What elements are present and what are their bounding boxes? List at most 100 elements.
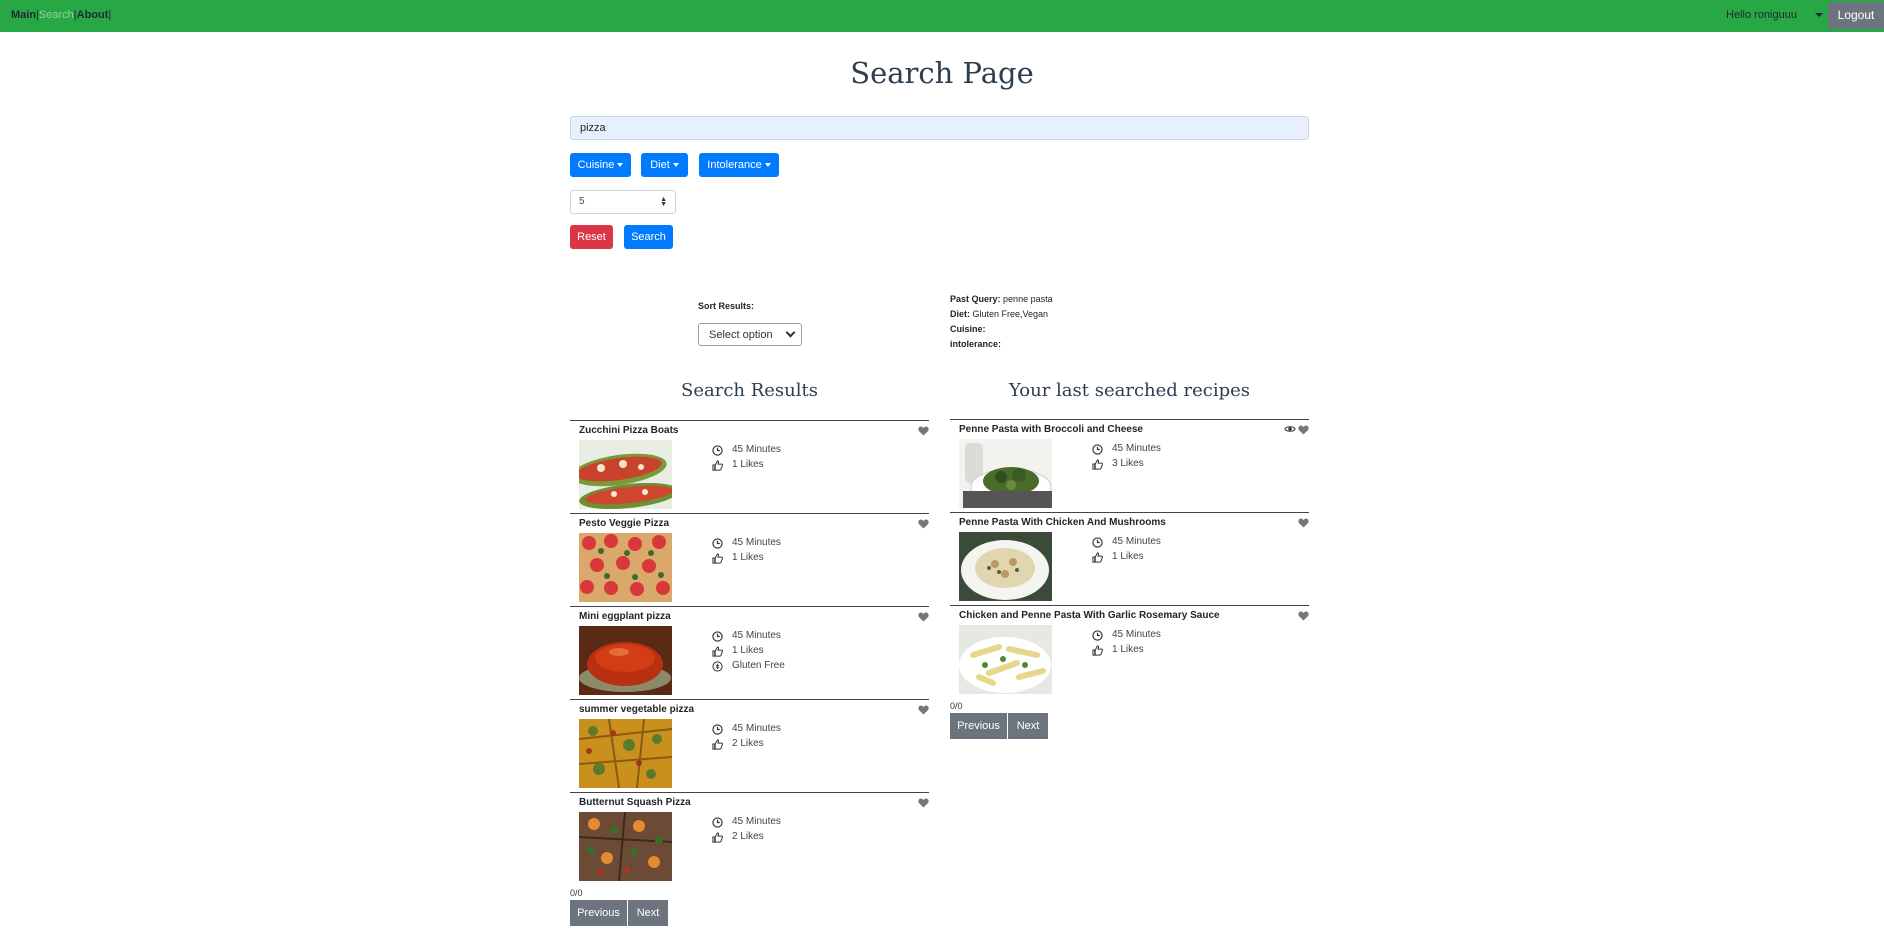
recipe-title[interactable]: summer vegetable pizza — [579, 704, 694, 715]
recipe-title[interactable]: Penne Pasta with Broccoli and Cheese — [959, 424, 1143, 435]
recipe-title[interactable]: Pesto Veggie Pizza — [579, 518, 669, 529]
recipe-title[interactable]: Chicken and Penne Pasta With Garlic Rose… — [959, 610, 1220, 621]
heart-icon[interactable] — [918, 798, 929, 808]
clock-icon — [712, 817, 723, 828]
recipe-likes-value: 1 Likes — [732, 459, 764, 470]
past-cuisine-label: Cuisine: — [950, 324, 986, 334]
recipe-time-value: 45 Minutes — [732, 444, 781, 455]
recipe-likes-value: 1 Likes — [732, 552, 764, 563]
past-query-value: penne pasta — [1003, 294, 1053, 304]
past-diet-label: Diet: — [950, 309, 970, 319]
clock-icon — [712, 445, 723, 456]
thumbs-up-icon — [1092, 459, 1103, 470]
recipe-likes-value: 2 Likes — [732, 831, 764, 842]
past-query-panel: Past Query: penne pasta Diet: Gluten Fre… — [950, 292, 1053, 352]
thumbs-up-icon — [1092, 645, 1103, 656]
recipe-title[interactable]: Butternut Squash Pizza — [579, 797, 691, 808]
chevron-down-icon — [764, 163, 771, 168]
recipe-likes-value: 1 Likes — [1112, 551, 1144, 562]
recipe-likes-value: 1 Likes — [1112, 644, 1144, 655]
sort-select-value: Select option — [709, 329, 773, 341]
vegetable-pizza-image[interactable] — [579, 719, 672, 788]
clock-icon — [712, 631, 723, 642]
clock-icon — [1092, 537, 1103, 548]
nav-link-search[interactable]: Search — [39, 9, 74, 21]
last-searched-next-button[interactable]: Next — [1008, 713, 1048, 739]
heart-icon[interactable] — [1298, 518, 1309, 528]
gluten-free-icon — [712, 661, 723, 672]
heart-icon[interactable] — [918, 705, 929, 715]
heart-icon[interactable] — [1298, 611, 1309, 621]
recipe-diet-value: Gluten Free — [732, 660, 785, 671]
logout-button[interactable]: Logout — [1828, 2, 1884, 29]
recipe-card[interactable]: Butternut Squash Pizza 45 Minutes 2 Like… — [570, 792, 929, 885]
search-button[interactable]: Search — [624, 225, 673, 249]
sort-select[interactable]: Select option — [698, 323, 802, 346]
search-input[interactable]: pizza — [570, 116, 1309, 140]
recipe-card[interactable]: Penne Pasta With Chicken And Mushrooms 4… — [950, 512, 1309, 605]
heart-icon[interactable] — [918, 612, 929, 622]
diet-label: Diet — [650, 159, 670, 171]
recipe-title[interactable]: Penne Pasta With Chicken And Mushrooms — [959, 517, 1166, 528]
recipe-card[interactable]: Zucchini Pizza Boats 45 Minutes 1 Likes — [570, 420, 929, 513]
recipe-time-value: 45 Minutes — [732, 816, 781, 827]
search-results-next-button[interactable]: Next — [628, 900, 668, 926]
clock-icon — [712, 724, 723, 735]
pesto-pizza-image[interactable] — [579, 533, 672, 602]
heart-icon[interactable] — [1298, 425, 1309, 435]
thumbs-up-icon — [712, 553, 723, 564]
past-diet-value: Gluten Free,Vegan — [972, 309, 1049, 319]
garlic-rosemary-pasta-image[interactable] — [959, 625, 1052, 694]
search-results-previous-button[interactable]: Previous — [570, 900, 627, 926]
recipe-likes-value: 2 Likes — [732, 738, 764, 749]
user-greeting-dropdown[interactable]: Hello roniguuu — [1726, 9, 1797, 21]
nav-link-main[interactable]: Main — [11, 9, 36, 21]
nav-separator: | — [108, 9, 112, 21]
page-title: Search Page — [850, 56, 1034, 90]
chevron-down-icon — [672, 163, 679, 168]
recipe-likes-value: 1 Likes — [732, 645, 764, 656]
sort-label: Sort Results: — [698, 301, 755, 311]
clock-icon — [712, 538, 723, 549]
recipe-card[interactable]: Mini eggplant pizza 45 Minutes 1 Likes G… — [570, 606, 929, 699]
broccoli-pasta-image[interactable] — [959, 439, 1052, 508]
recipe-time-value: 45 Minutes — [1112, 629, 1161, 640]
recipe-card[interactable]: summer vegetable pizza 45 Minutes 2 Like… — [570, 699, 929, 792]
chevron-down-icon — [617, 163, 624, 168]
recipe-time-value: 45 Minutes — [1112, 536, 1161, 547]
eye-icon — [1284, 426, 1296, 432]
eggplant-pizza-image[interactable] — [579, 626, 672, 695]
chevron-down-icon — [785, 327, 796, 338]
chevron-down-icon[interactable] — [1815, 13, 1823, 17]
chicken-mushroom-pasta-image[interactable] — [959, 532, 1052, 601]
thumbs-up-icon — [712, 646, 723, 657]
last-searched-previous-button[interactable]: Previous — [950, 713, 1007, 739]
nav-link-about[interactable]: About — [77, 9, 109, 21]
recipe-title[interactable]: Mini eggplant pizza — [579, 611, 671, 622]
heart-icon[interactable] — [918, 426, 929, 436]
zucchini-pizza-image[interactable] — [579, 440, 672, 509]
past-query-label: Past Query: — [950, 294, 1001, 304]
intolerance-dropdown-button[interactable]: Intolerance — [699, 153, 779, 177]
recipe-time-value: 45 Minutes — [732, 723, 781, 734]
updown-arrows-icon: ▲ ▼ — [660, 196, 667, 208]
recipe-title[interactable]: Zucchini Pizza Boats — [579, 425, 678, 436]
recipe-card[interactable]: Penne Pasta with Broccoli and Cheese 45 … — [950, 419, 1309, 512]
cuisine-dropdown-button[interactable]: Cuisine — [570, 153, 631, 177]
diet-dropdown-button[interactable]: Diet — [641, 153, 688, 177]
results-count-select[interactable]: 5 ▲ ▼ — [570, 190, 676, 214]
clock-icon — [1092, 444, 1103, 455]
search-results-page-counter: 0/0 — [570, 888, 583, 898]
thumbs-up-icon — [1092, 552, 1103, 563]
recipe-time-value: 45 Minutes — [732, 537, 781, 548]
recipe-card[interactable]: Chicken and Penne Pasta With Garlic Rose… — [950, 605, 1309, 698]
top-navbar: Main|Search|About| Hello roniguuu Logout — [0, 0, 1884, 32]
heart-icon[interactable] — [918, 519, 929, 529]
past-intolerance-label: intolerance: — [950, 339, 1002, 349]
nav-links: Main|Search|About| — [11, 9, 111, 21]
clock-icon — [1092, 630, 1103, 641]
reset-button[interactable]: Reset — [570, 225, 613, 249]
recipe-card[interactable]: Pesto Veggie Pizza 45 Minutes 1 Likes — [570, 513, 929, 606]
squash-pizza-image[interactable] — [579, 812, 672, 881]
last-searched-page-counter: 0/0 — [950, 701, 963, 711]
